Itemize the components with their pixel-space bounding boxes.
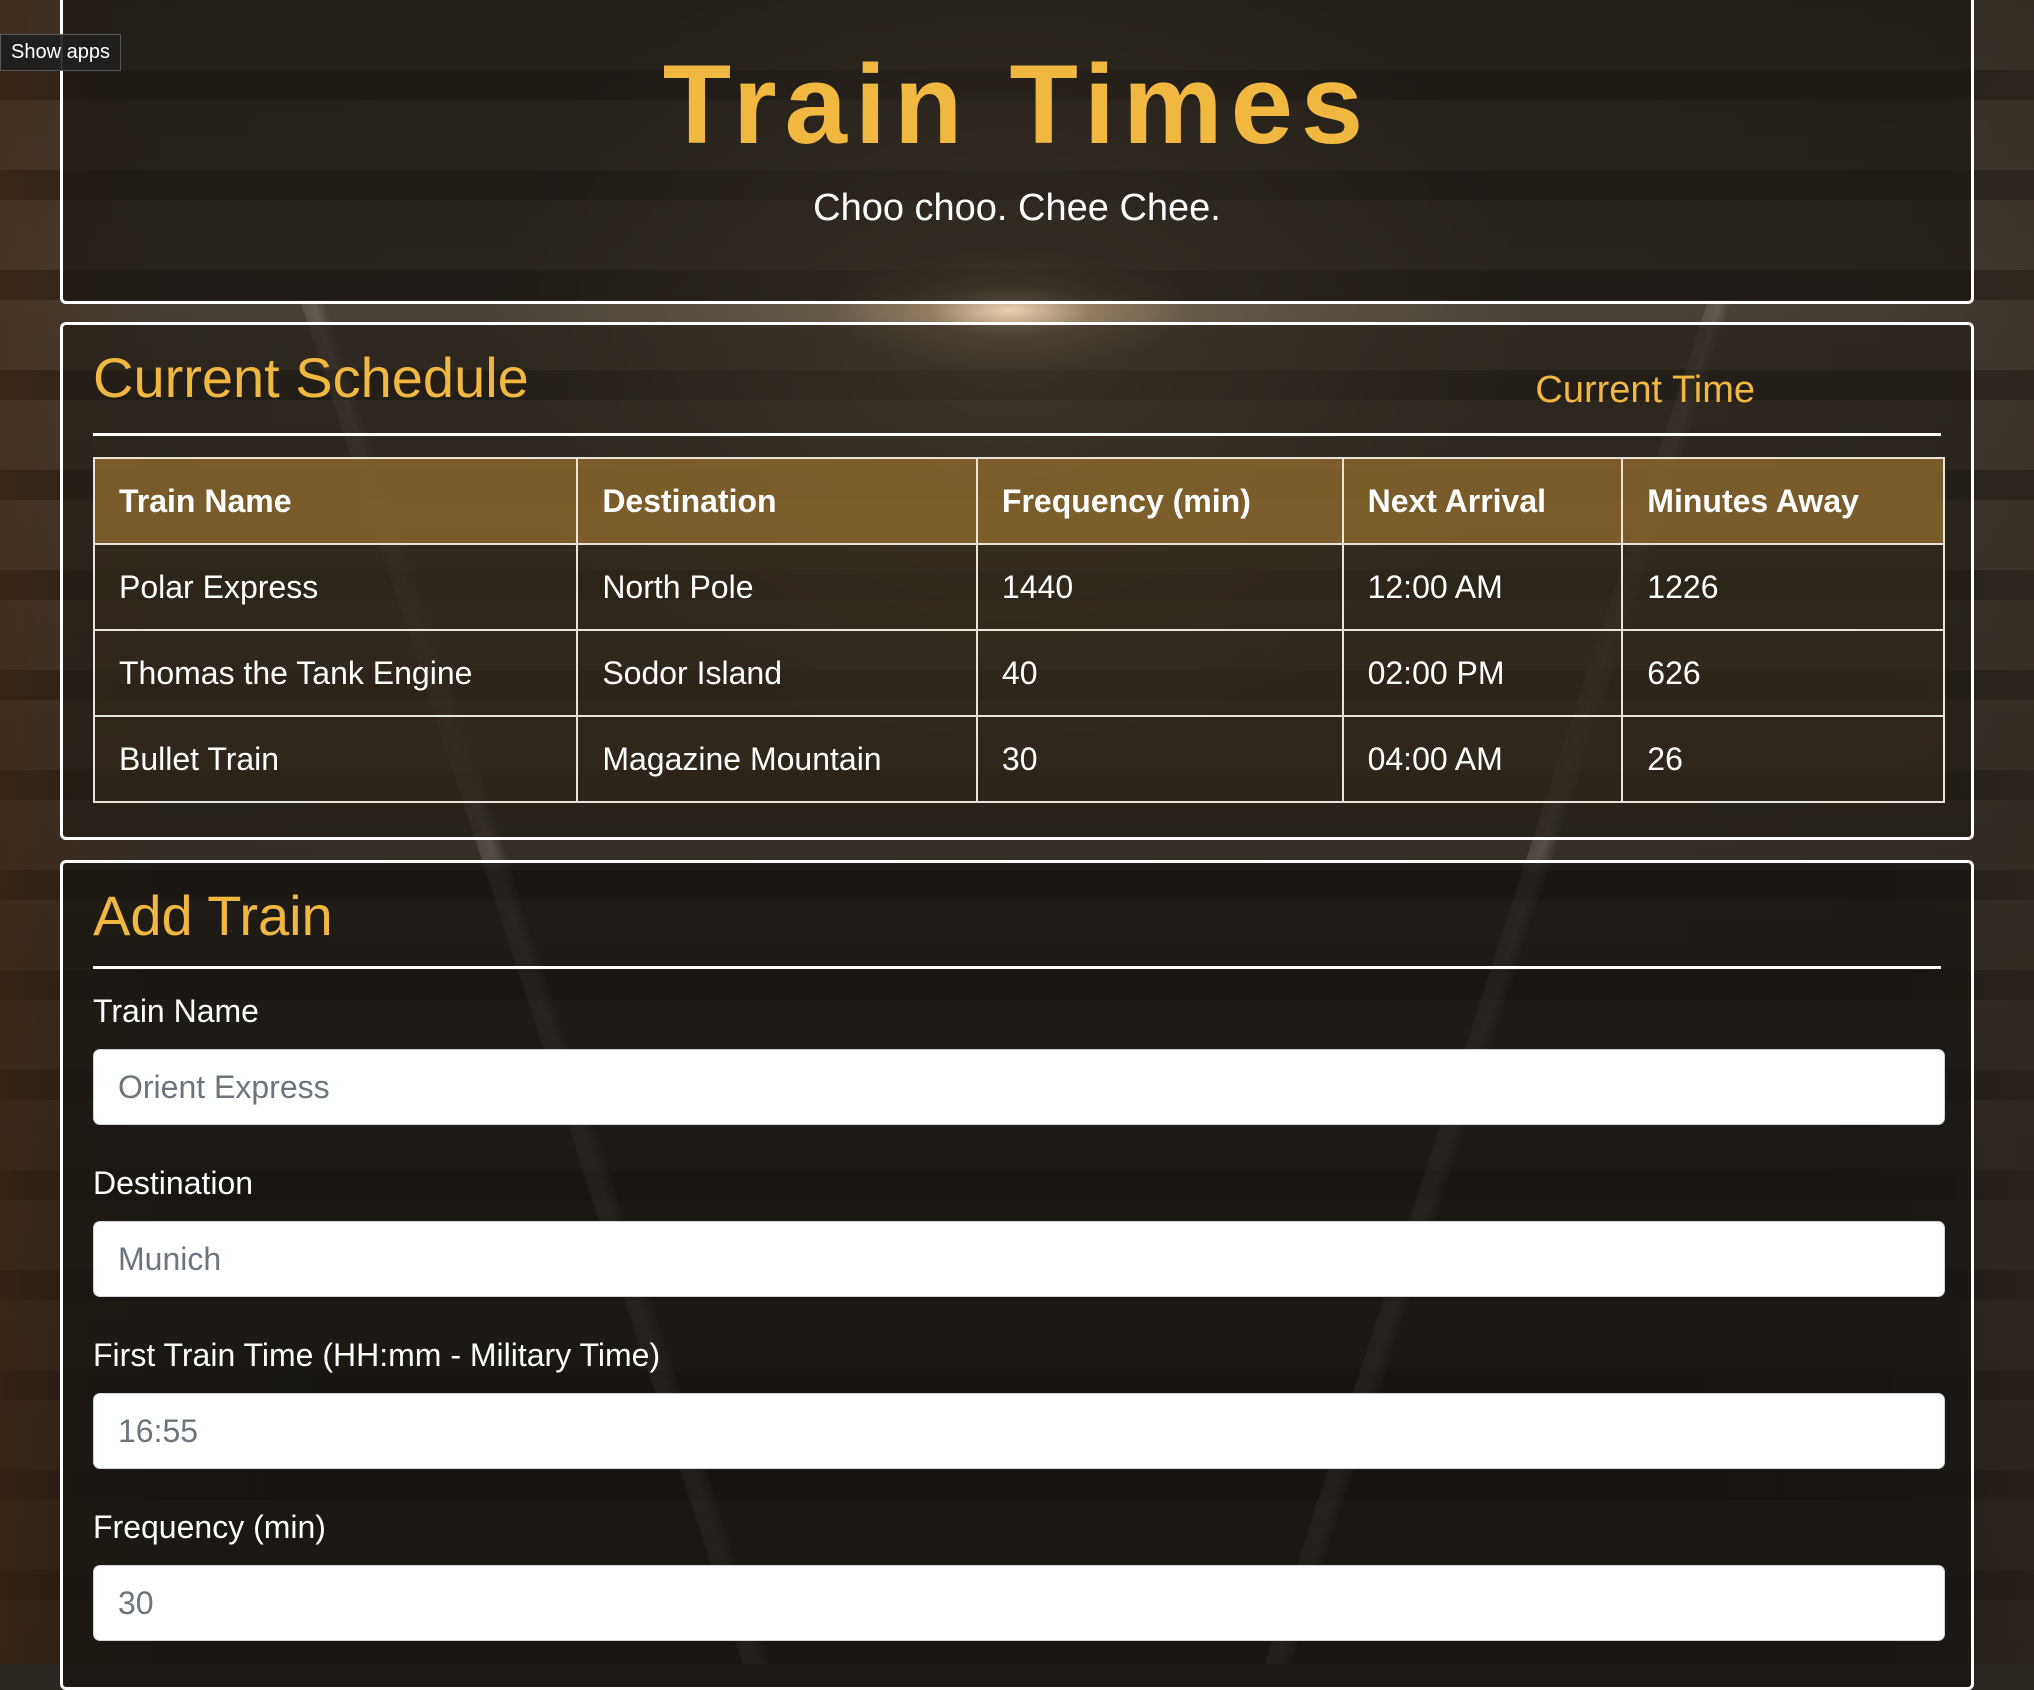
train-name-label: Train Name [93,993,259,1029]
table-row: Polar Express North Pole 1440 12:00 AM 1… [92,543,1945,631]
cell-train-name: Bullet Train [92,715,579,803]
cell-minutes-away: 26 [1621,715,1945,803]
page-subtitle: Choo choo. Chee Chee. [813,187,1221,229]
add-train-divider [93,966,1941,969]
cell-destination: Sodor Island [576,629,978,717]
page-title: Train Times [662,42,1372,167]
column-header-frequency: Frequency (min) [975,457,1344,545]
cell-minutes-away: 626 [1621,629,1945,717]
cell-train-name: Polar Express [92,543,579,631]
show-apps-button[interactable]: Show apps [0,34,121,71]
cell-frequency: 30 [975,715,1344,803]
current-time-label: Current Time [1535,369,1755,411]
table-row: Thomas the Tank Engine Sodor Island 40 0… [92,629,1945,717]
schedule-title: Current Schedule [93,346,529,409]
cell-next-arrival: 02:00 PM [1341,629,1624,717]
schedule-table: Train Name Destination Frequency (min) N… [92,457,1945,803]
column-header-minutes-away: Minutes Away [1621,457,1945,545]
add-train-panel: Add Train Train Name Destination First T… [60,860,1974,1690]
cell-destination: North Pole [576,543,978,631]
column-header-train-name: Train Name [92,457,579,545]
cell-destination: Magazine Mountain [576,715,978,803]
cell-next-arrival: 12:00 AM [1341,543,1624,631]
destination-input[interactable] [93,1221,1945,1297]
add-train-title: Add Train [93,884,333,947]
frequency-label: Frequency (min) [93,1509,326,1545]
table-header-row: Train Name Destination Frequency (min) N… [92,457,1945,545]
cell-frequency: 40 [975,629,1344,717]
cell-train-name: Thomas the Tank Engine [92,629,579,717]
train-name-input[interactable] [93,1049,1945,1125]
cell-minutes-away: 1226 [1621,543,1945,631]
column-header-destination: Destination [576,457,978,545]
table-row: Bullet Train Magazine Mountain 30 04:00 … [92,715,1945,803]
cell-frequency: 1440 [975,543,1344,631]
destination-label: Destination [93,1165,254,1201]
header-jumbotron: Train Times Choo choo. Chee Chee. [60,0,1974,304]
schedule-panel: Current Schedule Current Time Train Name… [60,322,1974,840]
cell-next-arrival: 04:00 AM [1341,715,1624,803]
column-header-next-arrival: Next Arrival [1341,457,1624,545]
schedule-divider [93,433,1941,436]
first-train-time-label: First Train Time (HH:mm - Military Time) [93,1337,661,1373]
frequency-input[interactable] [93,1565,1945,1641]
first-train-time-input[interactable] [93,1393,1945,1469]
